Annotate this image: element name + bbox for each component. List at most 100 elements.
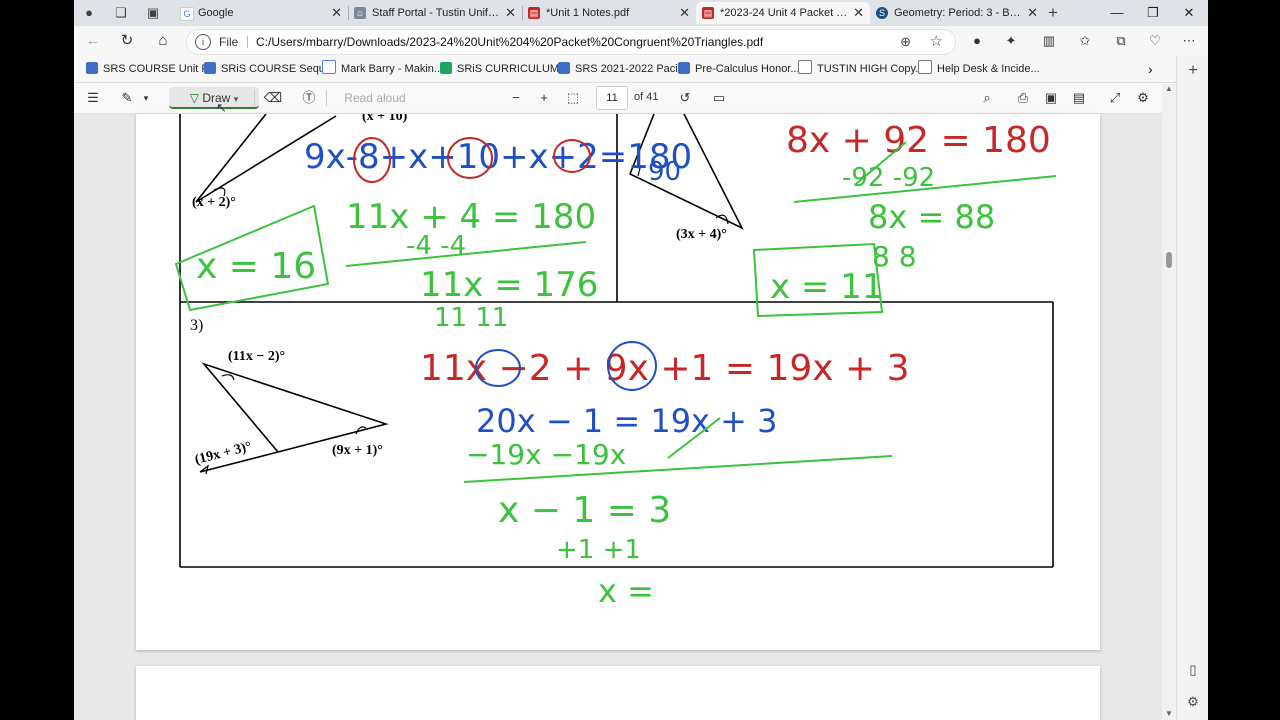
- close-icon[interactable]: ✕: [679, 2, 690, 24]
- zoom-in-button[interactable]: +: [534, 87, 554, 109]
- tab-unit1-notes[interactable]: ▤ *Unit 1 Notes.pdf ✕: [522, 2, 696, 24]
- favorite-item[interactable]: Mark Barry - Makin...: [322, 60, 443, 78]
- settings-icon[interactable]: ⚙: [1183, 694, 1203, 710]
- minimize-button[interactable]: —: [1100, 0, 1134, 26]
- browser-essentials-icon[interactable]: ♡: [1144, 30, 1166, 52]
- home-button[interactable]: ⌂: [152, 31, 174, 51]
- pdf-viewer[interactable]: (x + 2)° (x + 10) (3x + 4)° 3) (11x − 2)…: [74, 100, 1162, 720]
- info-icon[interactable]: i: [195, 34, 211, 50]
- handwriting-blue: 9x-8+x+10+x+2=180: [304, 137, 692, 177]
- back-button[interactable]: ←: [82, 31, 104, 51]
- favorite-item[interactable]: SRiS CURRICULUM...: [440, 60, 568, 78]
- copilot-icon[interactable]: ●: [966, 30, 988, 52]
- highlight-icon[interactable]: ✎: [116, 87, 138, 109]
- tab-actions-icon[interactable]: ▣: [144, 4, 162, 22]
- scrollbar-thumb[interactable]: [1166, 252, 1172, 268]
- url-text[interactable]: C:/Users/mbarry/Downloads/2023-24%20Unit…: [256, 30, 763, 54]
- rotate-icon[interactable]: ↺: [674, 87, 696, 109]
- draw-button[interactable]: ▽ Draw ▾: [169, 87, 259, 109]
- close-icon[interactable]: ✕: [853, 2, 864, 24]
- handwriting-red: 8x + 92 = 180: [786, 120, 1051, 161]
- doc-icon: [678, 62, 690, 74]
- schoology-icon: S: [876, 7, 888, 19]
- tab-title: *Unit 1 Notes.pdf: [546, 7, 630, 19]
- extensions-icon[interactable]: ✦: [1000, 30, 1022, 52]
- favorite-item[interactable]: SRiS COURSE Sequ...: [204, 60, 334, 78]
- handwriting-green: x =: [598, 572, 654, 610]
- hide-sidebar-icon[interactable]: ▯: [1183, 662, 1203, 678]
- print-icon[interactable]: ⎙: [1012, 87, 1034, 109]
- tab-strip: ● ❏ ▣ G Google ✕ ⌂ Staff Portal - Tustin…: [74, 0, 1208, 26]
- tab-google[interactable]: G Google ✕: [174, 2, 348, 24]
- close-icon[interactable]: ✕: [505, 2, 516, 24]
- pdf-page-next[interactable]: [136, 666, 1100, 720]
- page-number-input[interactable]: 11: [596, 86, 628, 110]
- angle-label: (11x − 2)°: [228, 349, 285, 364]
- scroll-down-icon[interactable]: ▼: [1165, 709, 1173, 718]
- close-icon[interactable]: ✕: [331, 2, 342, 24]
- handwriting-green: 11x + 4 = 180: [346, 197, 596, 237]
- scroll-up-icon[interactable]: ▲: [1165, 84, 1173, 93]
- tab-geometry[interactable]: S Geometry: Period: 3 - Barry | C ✕: [870, 2, 1044, 24]
- split-screen-icon[interactable]: ▥: [1038, 30, 1060, 52]
- handwriting-green: 11 11: [434, 303, 508, 333]
- more-menu-icon[interactable]: ⋯: [1178, 30, 1200, 52]
- tab-staff-portal[interactable]: ⌂ Staff Portal - Tustin Unified Sc ✕: [348, 2, 522, 24]
- chevron-right-icon[interactable]: ›: [1148, 60, 1153, 78]
- handwriting-blue: 20x − 1 = 19x + 3: [476, 402, 778, 440]
- favorite-item[interactable]: SRS COURSE Unit P...: [86, 60, 217, 78]
- favorite-item[interactable]: Pre-Calculus Honor...: [678, 60, 800, 78]
- close-window-button[interactable]: ✕: [1172, 0, 1206, 26]
- angle-label: (x + 2)°: [192, 195, 236, 210]
- page-view-icon[interactable]: ▭: [708, 87, 730, 109]
- zoom-icon[interactable]: ⊕: [900, 30, 911, 54]
- contents-icon[interactable]: ☰: [82, 87, 104, 109]
- text-box-icon[interactable]: Ⓣ: [298, 87, 320, 109]
- handwriting-green: x − 1 = 3: [498, 490, 671, 531]
- tab-unit4-packet[interactable]: ▤ *2023-24 Unit 4 Packet Cong ✕: [696, 2, 870, 24]
- save-as-icon[interactable]: ▤: [1068, 87, 1090, 109]
- favorite-item[interactable]: SRS 2021-2022 Paci...: [558, 60, 687, 78]
- collections-icon[interactable]: ⧉: [1110, 30, 1132, 52]
- pdf-icon: ▤: [702, 7, 714, 19]
- settings-icon[interactable]: ⚙: [1132, 87, 1154, 109]
- google-icon: G: [180, 7, 194, 21]
- close-icon[interactable]: ✕: [1027, 2, 1038, 24]
- favorites-bar: SRS COURSE Unit P... SRiS COURSE Sequ...…: [74, 56, 1208, 83]
- chevron-down-icon: ▾: [233, 94, 239, 104]
- profile-icon[interactable]: ●: [80, 4, 98, 22]
- address-bar[interactable]: i File C:/Users/mbarry/Downloads/2023-24…: [186, 29, 956, 55]
- refresh-button[interactable]: ↻: [116, 31, 138, 51]
- new-tab-button[interactable]: +: [1044, 4, 1062, 22]
- tab-title: Staff Portal - Tustin Unified Sc: [372, 7, 500, 19]
- workspaces-icon[interactable]: ❏: [112, 4, 130, 22]
- fullscreen-icon[interactable]: ⤢: [1104, 87, 1126, 109]
- eraser-icon[interactable]: ⌫: [262, 87, 284, 109]
- angle-label: (3x + 4)°: [676, 227, 727, 242]
- read-aloud-button[interactable]: Read aloud: [336, 87, 414, 109]
- vertical-scrollbar[interactable]: ▲ ▼: [1162, 84, 1176, 720]
- page-icon: [918, 60, 932, 74]
- scheme-label: File: [219, 35, 239, 49]
- save-icon[interactable]: ▣: [1040, 87, 1062, 109]
- browser-window: ● ❏ ▣ G Google ✕ ⌂ Staff Portal - Tustin…: [74, 0, 1208, 720]
- favorites-icon[interactable]: ✩: [1074, 30, 1096, 52]
- tab-title: Google: [198, 7, 234, 19]
- search-icon[interactable]: ⌕: [976, 87, 998, 109]
- doc-icon: [558, 62, 570, 74]
- favorite-star-icon[interactable]: ☆: [930, 30, 943, 54]
- pen-icon: ▽: [189, 91, 199, 105]
- pdf-page[interactable]: (x + 2)° (x + 10) (3x + 4)° 3) (11x − 2)…: [136, 109, 1100, 650]
- handwriting-green: 11x = 176: [420, 265, 598, 305]
- add-sidebar-icon[interactable]: +: [1183, 62, 1203, 80]
- handwriting-green: −19x −19x: [466, 438, 626, 471]
- favorite-item[interactable]: TUSTIN HIGH Copy...: [798, 60, 924, 78]
- handwriting-answer: x = 11: [770, 267, 884, 307]
- chevron-down-icon[interactable]: ▾: [140, 87, 152, 109]
- zoom-out-button[interactable]: −: [506, 87, 526, 109]
- portal-icon: ⌂: [354, 7, 366, 19]
- restore-button[interactable]: ❐: [1136, 0, 1170, 26]
- fit-page-icon[interactable]: ⬚: [562, 87, 584, 109]
- favorite-item[interactable]: Help Desk & Incide...: [918, 60, 1040, 78]
- tab-title: Geometry: Period: 3 - Barry | C: [894, 7, 1022, 19]
